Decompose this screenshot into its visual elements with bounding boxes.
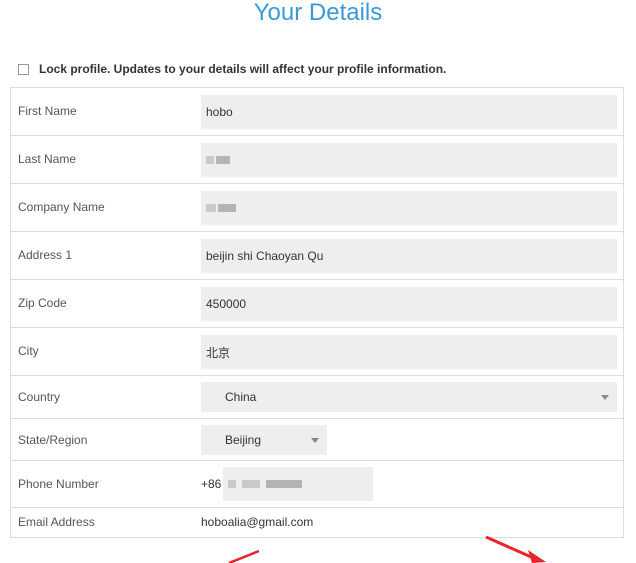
row-phone-number: Phone Number +86: [11, 461, 623, 508]
row-city: City 北京: [11, 328, 623, 376]
redacted-text: [218, 204, 236, 212]
row-email-address: Email Address hoboalia@gmail.com: [11, 508, 623, 537]
lock-profile-checkbox[interactable]: [18, 63, 29, 75]
details-form: First Name hobo Last Name Company Name A…: [10, 87, 624, 538]
address1-label: Address 1: [18, 248, 73, 262]
row-country: Country China: [11, 376, 623, 419]
email-address-value: hoboalia@gmail.com: [201, 515, 314, 529]
email-address-label: Email Address: [18, 515, 95, 529]
last-name-input[interactable]: [201, 143, 617, 177]
city-label: City: [18, 344, 39, 358]
company-name-input[interactable]: [201, 191, 617, 225]
redacted-text: [216, 156, 230, 164]
lock-profile-option[interactable]: Lock profile. Updates to your details wi…: [18, 60, 446, 78]
row-zip-code: Zip Code 450000: [11, 280, 623, 328]
row-company-name: Company Name: [11, 184, 623, 232]
annotation-arrow-left: [228, 549, 260, 563]
country-select[interactable]: China: [201, 382, 617, 412]
first-name-label: First Name: [18, 104, 77, 118]
zip-code-label: Zip Code: [18, 296, 67, 310]
phone-number-label: Phone Number: [18, 477, 99, 491]
country-label: Country: [18, 390, 61, 404]
redacted-text: [242, 480, 260, 488]
page-title: Your Details: [253, 0, 383, 26]
redacted-text: [206, 156, 214, 164]
first-name-input[interactable]: hobo: [201, 95, 617, 129]
redacted-text: [266, 480, 302, 488]
company-name-label: Company Name: [18, 200, 105, 214]
row-address1: Address 1 beijin shi Chaoyan Qu: [11, 232, 623, 280]
row-last-name: Last Name: [11, 136, 623, 184]
state-region-label: State/Region: [18, 433, 88, 447]
last-name-label: Last Name: [18, 152, 77, 166]
annotation-arrow-right: [485, 535, 546, 563]
redacted-text: [206, 204, 216, 212]
address1-input[interactable]: beijin shi Chaoyan Qu: [201, 239, 617, 273]
city-input[interactable]: 北京: [201, 335, 617, 369]
chevron-down-icon: [601, 395, 609, 400]
row-state-region: State/Region Beijing: [11, 419, 623, 461]
chevron-down-icon: [311, 438, 319, 443]
zip-code-input[interactable]: 450000: [201, 287, 617, 321]
row-first-name: First Name hobo: [11, 88, 623, 136]
phone-country-code: +86: [201, 477, 222, 491]
state-region-select[interactable]: Beijing: [201, 425, 327, 455]
lock-profile-label: Lock profile. Updates to your details wi…: [39, 62, 447, 76]
phone-number-input[interactable]: [223, 467, 373, 501]
redacted-text: [228, 480, 236, 488]
